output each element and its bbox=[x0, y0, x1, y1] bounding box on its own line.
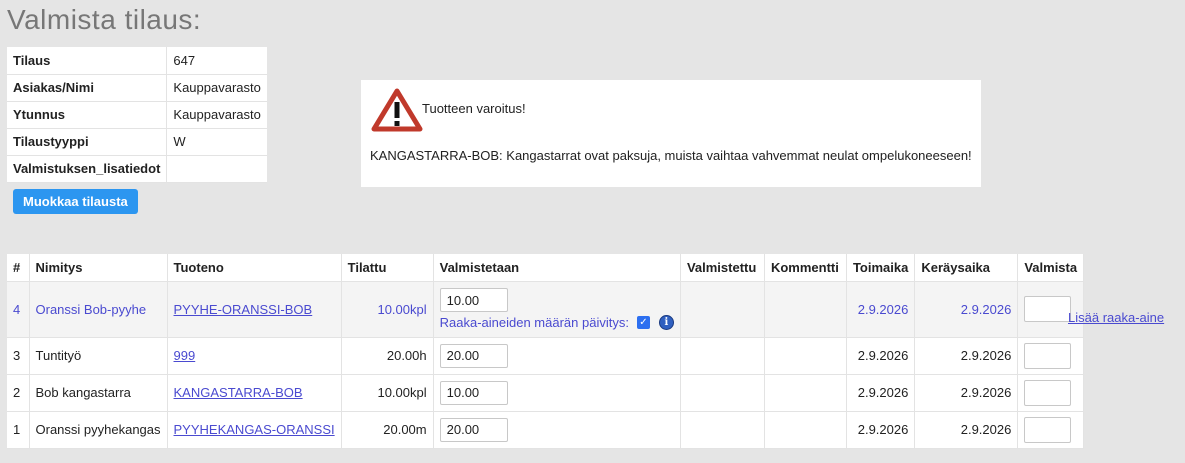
row-index: 2 bbox=[7, 374, 30, 412]
add-raw-material-link[interactable]: Lisää raaka-aine bbox=[1068, 310, 1164, 325]
info-row-extra-info: Valmistuksen_lisatiedot bbox=[7, 155, 267, 183]
col-header-name: Nimitys bbox=[29, 254, 168, 282]
table-row: 4 Oranssi Bob-pyyhe PYYHE-ORANSSI-BOB 10… bbox=[7, 281, 1085, 338]
quantity-input[interactable] bbox=[439, 380, 508, 405]
produce-input[interactable] bbox=[1024, 342, 1072, 369]
row-to-make-cell: Raaka-aineiden määrän päivitys: ✓ i bbox=[433, 281, 681, 338]
row-made bbox=[680, 411, 765, 449]
col-header-index: # bbox=[7, 254, 30, 282]
info-value: W bbox=[166, 128, 267, 156]
product-warning-box: Tuotteen varoitus! KANGASTARRA-BOB: Kang… bbox=[361, 80, 981, 187]
table-row: 3 Tuntityö 999 20.00h 2.9.2026 2.9.2026 bbox=[7, 337, 1085, 375]
quantity-input[interactable] bbox=[439, 417, 508, 442]
row-picking-date: 2.9.2026 bbox=[914, 337, 1019, 375]
info-label: Asiakas/Nimi bbox=[7, 74, 168, 102]
row-name: Bob kangastarra bbox=[29, 374, 168, 412]
row-picking-date: 2.9.2026 bbox=[914, 411, 1019, 449]
quantity-input[interactable] bbox=[439, 288, 508, 312]
warning-triangle-icon bbox=[371, 88, 423, 135]
row-index: 4 bbox=[7, 281, 30, 338]
row-product-link[interactable]: PYYHE-ORANSSI-BOB bbox=[174, 302, 313, 317]
info-icon[interactable]: i bbox=[658, 315, 674, 330]
row-delivery-date: 2.9.2026 bbox=[846, 281, 916, 338]
table-header-row: # Nimitys Tuoteno Tilattu Valmistetaan V… bbox=[7, 254, 1085, 282]
info-label: Tilaus bbox=[7, 47, 168, 75]
info-value: 647 bbox=[166, 47, 267, 75]
row-name: Oranssi pyyhekangas bbox=[29, 411, 168, 449]
row-delivery-date: 2.9.2026 bbox=[846, 337, 916, 375]
info-value bbox=[166, 155, 267, 183]
row-name: Tuntityö bbox=[29, 337, 168, 375]
row-comment bbox=[764, 411, 847, 449]
row-product-link[interactable]: KANGASTARRA-BOB bbox=[174, 385, 303, 400]
row-delivery-date: 2.9.2026 bbox=[846, 374, 916, 412]
row-ordered: 20.00h bbox=[341, 337, 434, 375]
col-header-product: Tuoteno bbox=[167, 254, 342, 282]
row-index: 3 bbox=[7, 337, 30, 375]
row-index: 1 bbox=[7, 411, 30, 449]
info-value: Kauppavarasto bbox=[166, 101, 267, 129]
table-row: 2 Bob kangastarra KANGASTARRA-BOB 10.00k… bbox=[7, 374, 1085, 412]
row-made bbox=[680, 374, 765, 412]
info-row-order-type: Tilaustyyppi W bbox=[7, 128, 267, 156]
info-row-customer: Asiakas/Nimi Kauppavarasto bbox=[7, 74, 267, 102]
info-label: Valmistuksen_lisatiedot bbox=[7, 155, 168, 183]
row-ordered: 10.00kpl bbox=[341, 374, 434, 412]
row-comment bbox=[764, 374, 847, 412]
col-header-ordered: Tilattu bbox=[341, 254, 434, 282]
col-header-comment: Kommentti bbox=[764, 254, 847, 282]
produce-input[interactable] bbox=[1024, 416, 1072, 443]
edit-order-button[interactable]: Muokkaa tilausta bbox=[13, 189, 138, 214]
row-picking-date: 2.9.2026 bbox=[914, 281, 1019, 338]
row-comment bbox=[764, 337, 847, 375]
row-ordered: 20.00m bbox=[341, 411, 434, 449]
raw-material-update-line: Raaka-aineiden määrän päivitys: ✓ i bbox=[440, 315, 674, 330]
table-row: 1 Oranssi pyyhekangas PYYHEKANGAS-ORANSS… bbox=[7, 411, 1085, 449]
produce-input[interactable] bbox=[1024, 379, 1072, 406]
production-rows-table: # Nimitys Tuoteno Tilattu Valmistetaan V… bbox=[7, 254, 1085, 449]
raw-material-update-label: Raaka-aineiden määrän päivitys: bbox=[439, 315, 629, 330]
info-row-business-id: Ytunnus Kauppavarasto bbox=[7, 101, 267, 129]
page-title: Valmista tilaus: bbox=[7, 4, 202, 35]
quantity-input[interactable] bbox=[439, 343, 508, 368]
col-header-to-make: Valmistetaan bbox=[433, 254, 681, 282]
row-product-link[interactable]: PYYHEKANGAS-ORANSSI bbox=[174, 422, 335, 437]
info-label: Ytunnus bbox=[7, 101, 168, 129]
col-header-made: Valmistettu bbox=[680, 254, 765, 282]
info-value: Kauppavarasto bbox=[166, 74, 267, 102]
warning-text: KANGASTARRA-BOB: Kangastarrat ovat paksu… bbox=[370, 148, 972, 163]
col-header-produce: Valmista bbox=[1017, 254, 1085, 282]
row-comment bbox=[764, 281, 847, 338]
row-made bbox=[680, 337, 765, 375]
col-header-picking: Keräysaika bbox=[914, 254, 1019, 282]
warning-title: Tuotteen varoitus! bbox=[422, 101, 526, 116]
row-made bbox=[680, 281, 765, 338]
row-ordered: 10.00kpl bbox=[341, 281, 434, 338]
row-name: Oranssi Bob-pyyhe bbox=[29, 281, 168, 338]
produce-input[interactable] bbox=[1024, 296, 1072, 322]
raw-material-update-checkbox[interactable]: ✓ bbox=[636, 316, 650, 329]
order-info-table: Tilaus 647 Asiakas/Nimi Kauppavarasto Yt… bbox=[7, 47, 267, 183]
row-picking-date: 2.9.2026 bbox=[914, 374, 1019, 412]
col-header-delivery: Toimaika bbox=[846, 254, 916, 282]
row-product-link[interactable]: 999 bbox=[174, 348, 196, 363]
info-label: Tilaustyyppi bbox=[7, 128, 168, 156]
row-delivery-date: 2.9.2026 bbox=[846, 411, 916, 449]
info-row-order: Tilaus 647 bbox=[7, 47, 267, 75]
